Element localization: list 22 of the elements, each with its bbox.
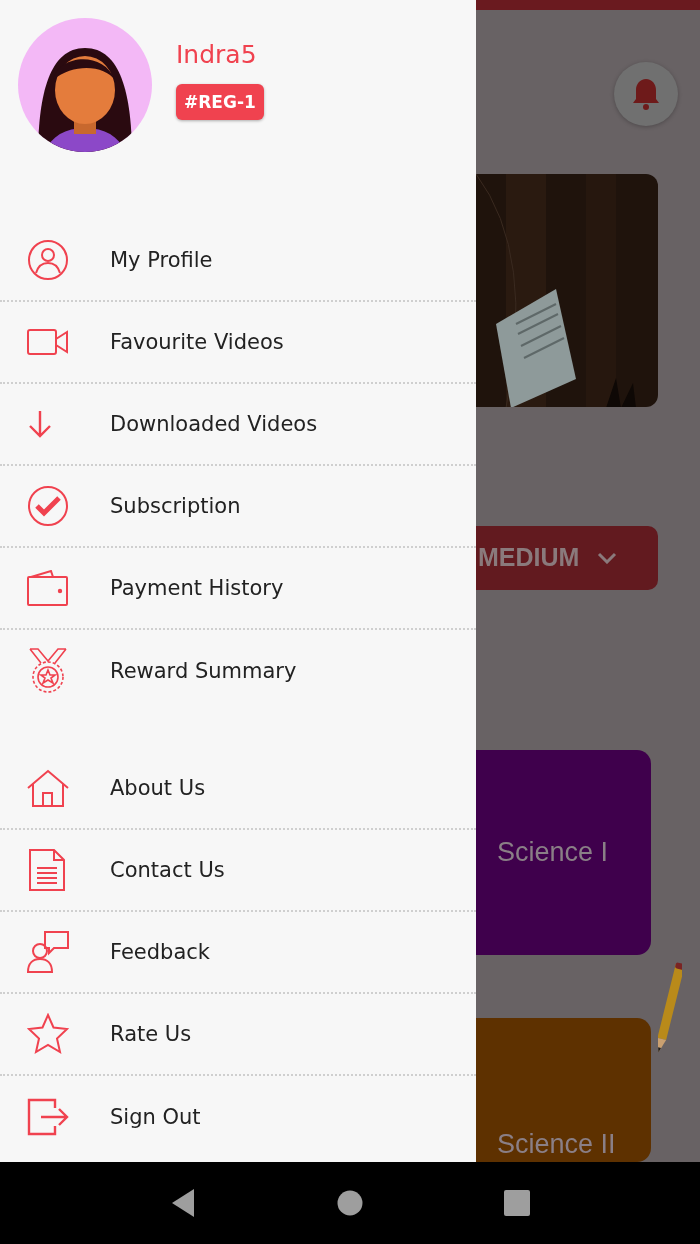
- back-icon[interactable]: [170, 1188, 197, 1218]
- registration-badge: #REG-1: [176, 84, 264, 120]
- down-arrow-icon: [27, 409, 53, 439]
- user-name: Indra5: [176, 40, 257, 70]
- sign-out-icon: [27, 1098, 69, 1136]
- document-icon: [27, 848, 67, 892]
- subject-card[interactable]: Science I: [476, 749, 651, 956]
- menu-item[interactable]: Reward Summary: [0, 630, 476, 712]
- subject-title: Science I: [497, 837, 609, 869]
- check-circle-icon: [27, 485, 69, 527]
- feedback-icon: [27, 931, 69, 973]
- medal-icon: [27, 648, 69, 694]
- wallet-icon: [27, 570, 69, 606]
- menu-item[interactable]: Sign Out: [0, 1076, 476, 1158]
- video-camera-icon: [27, 328, 69, 356]
- user-icon: [27, 239, 69, 281]
- recent-apps-icon[interactable]: [503, 1190, 530, 1216]
- subject-title: Science II: [497, 1129, 616, 1160]
- chevron-down-icon: [597, 551, 618, 564]
- home-icon[interactable]: [337, 1190, 363, 1216]
- house-icon: [27, 769, 69, 807]
- star-icon: [27, 1013, 69, 1055]
